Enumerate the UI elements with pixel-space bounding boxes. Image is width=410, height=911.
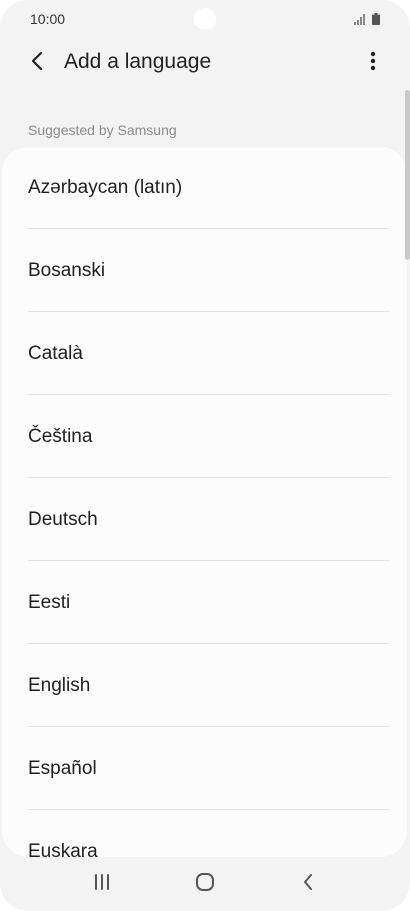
language-label: Català <box>28 342 83 364</box>
more-vertical-icon <box>370 51 376 76</box>
recents-icon <box>93 873 111 896</box>
section-label: Suggested by Samsung <box>28 122 177 138</box>
language-label: Čeština <box>28 425 93 447</box>
status-time: 10:00 <box>30 11 66 27</box>
battery-icon <box>372 12 380 30</box>
home-icon <box>195 872 215 897</box>
language-label: Español <box>28 757 97 779</box>
status-icons <box>354 12 380 30</box>
scrollbar[interactable] <box>405 90 410 260</box>
back-icon <box>302 873 314 896</box>
phone-screen: 10:00 Add a language Suggested by Samsun… <box>0 0 410 911</box>
language-label: Deutsch <box>28 508 98 530</box>
back-button[interactable] <box>22 48 52 78</box>
list-item-language[interactable]: Català <box>2 312 407 395</box>
system-back-button[interactable] <box>278 864 338 904</box>
language-label: Azərbaycan (latın) <box>28 177 183 198</box>
language-label: Eesti <box>28 591 71 613</box>
language-list-card: Azərbaycan (latın) Bosanski Català Češti… <box>2 147 407 857</box>
page-title: Add a language <box>64 50 212 73</box>
list-item-language[interactable]: Eesti <box>2 561 407 644</box>
list-item-language[interactable]: Euskara <box>2 810 407 858</box>
recents-button[interactable] <box>72 864 132 904</box>
list-item-language[interactable]: English <box>2 644 407 727</box>
status-bar: 10:00 <box>0 0 410 38</box>
list-item-language[interactable]: Español <box>2 727 407 810</box>
more-options-button[interactable] <box>358 48 388 78</box>
list-item-language[interactable]: Čeština <box>2 395 407 478</box>
language-label: Euskara <box>28 840 98 858</box>
language-list: Azərbaycan (latın) Bosanski Català Češti… <box>2 147 407 857</box>
list-item-language[interactable]: Deutsch <box>2 478 407 561</box>
app-bar: Add a language <box>0 38 410 88</box>
signal-icon <box>354 12 366 30</box>
list-item-language[interactable]: Azərbaycan (latın) <box>2 147 407 229</box>
home-button[interactable] <box>175 864 235 904</box>
front-camera-cutout <box>194 8 216 30</box>
language-label: English <box>28 674 91 696</box>
navigation-bar <box>0 857 410 911</box>
list-item-language[interactable]: Bosanski <box>2 229 407 312</box>
chevron-left-icon <box>30 51 44 76</box>
language-label: Bosanski <box>28 259 106 281</box>
